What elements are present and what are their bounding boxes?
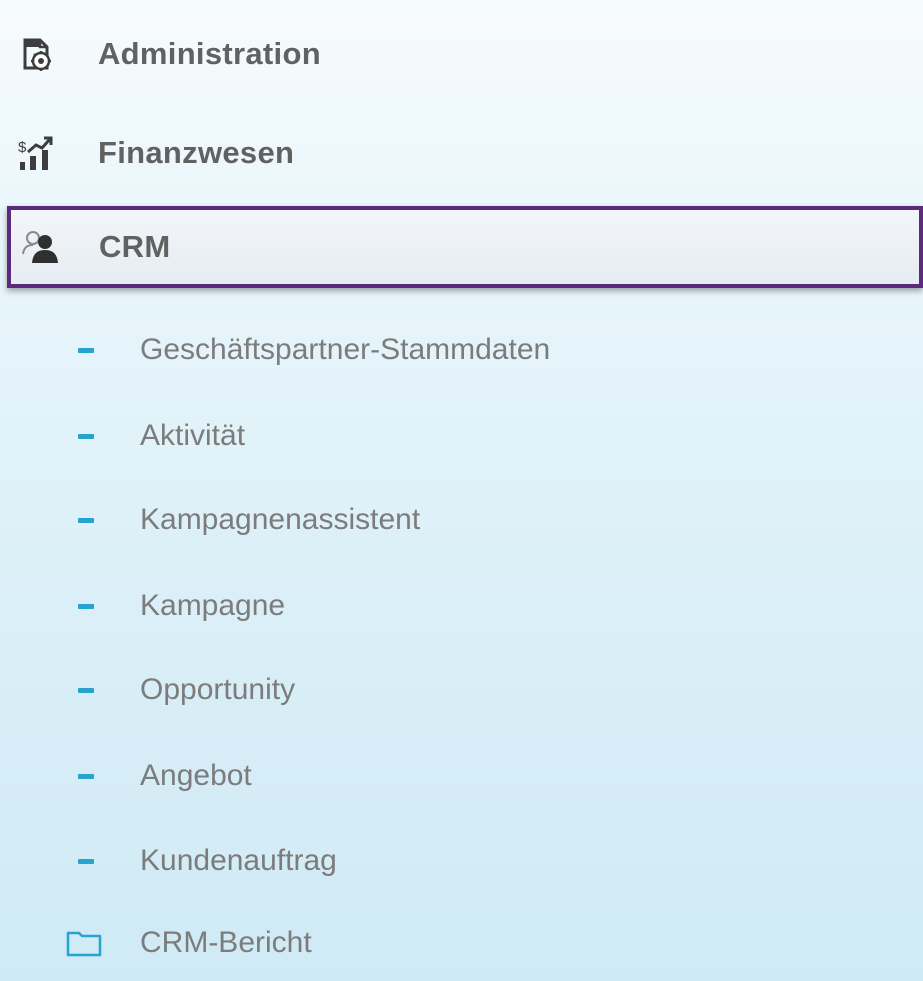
dash-bullet-icon [78,433,94,439]
dash-bullet-icon [78,347,94,353]
admin-doc-gear-icon [16,34,56,74]
menu-item-finanzwesen[interactable]: $ Finanzwesen [0,104,923,202]
sub-item-label: Kundenauftrag [140,844,337,877]
dash-bullet-icon [78,687,94,693]
folder-item-label: CRM-Bericht [140,926,312,959]
menu-item-label: CRM [99,229,171,264]
sub-item-label: Kampagne [140,589,286,622]
menu-item-administration[interactable]: Administration [0,5,923,103]
menu-item-label: Administration [98,36,321,71]
sub-item-label: Opportunity [140,673,296,706]
sub-item-aktivitaet[interactable]: Aktivität [0,393,923,479]
menu-item-crm[interactable]: CRM [7,206,923,288]
dash-bullet-icon [78,517,94,523]
sub-item-kundenauftrag[interactable]: Kundenauftrag [0,818,923,904]
dash-bullet-icon [78,773,94,779]
finance-chart-icon: $ [16,133,56,173]
sub-item-label: Geschäftspartner-Stammdaten [140,333,551,366]
sub-item-label: Aktivität [140,419,246,452]
people-icon [21,227,61,267]
sub-item-label: Angebot [140,759,252,792]
menu-item-label: Finanzwesen [98,135,295,170]
folder-item-crm-bericht[interactable]: CRM-Bericht [0,900,923,981]
sub-item-geschaeftspartner-stammdaten[interactable]: Geschäftspartner-Stammdaten [0,307,923,393]
dash-bullet-icon [78,603,94,609]
sub-item-label: Kampagnenassistent [140,503,421,536]
sub-item-angebot[interactable]: Angebot [0,733,923,819]
sub-item-kampagnenassistent[interactable]: Kampagnenassistent [0,477,923,563]
sub-item-opportunity[interactable]: Opportunity [0,647,923,733]
folder-icon [66,929,102,957]
dash-bullet-icon [78,858,94,864]
svg-text:$: $ [18,139,27,156]
sub-item-kampagne[interactable]: Kampagne [0,563,923,649]
